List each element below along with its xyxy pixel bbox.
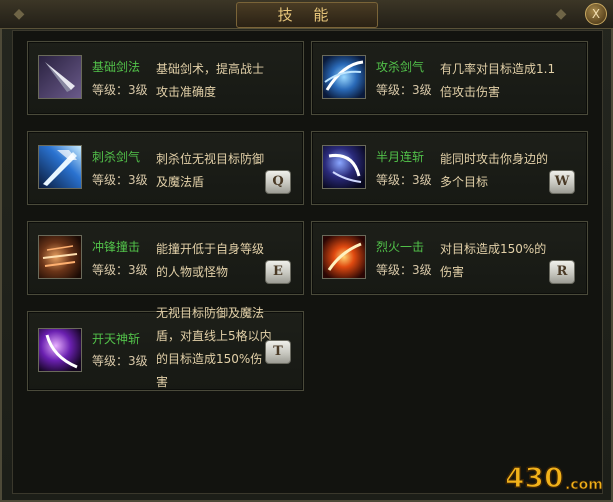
skill-level: 等级：3级 bbox=[92, 173, 148, 187]
skill-level: 等级：3级 bbox=[92, 263, 148, 277]
fire-strike-icon[interactable] bbox=[322, 235, 366, 279]
skill-card-charge[interactable]: 冲锋撞击 等级：3级 能撞开低于自身等级的人物或怪物 E bbox=[27, 221, 304, 295]
skill-level: 等级：3级 bbox=[376, 173, 432, 187]
hotkey-t-button[interactable]: T bbox=[265, 340, 291, 364]
ornament-left-icon: ◆ bbox=[13, 6, 25, 22]
skill-name: 冲锋撞击 bbox=[92, 240, 141, 254]
skill-description: 刺杀位无视目标防御及魔法盾 bbox=[156, 152, 265, 189]
skill-name: 攻杀剑气 bbox=[376, 60, 425, 74]
skill-card-attack-sword-qi[interactable]: 攻杀剑气 等级：3级 有几率对目标造成1.1倍攻击伤害 bbox=[311, 41, 588, 115]
skill-description: 无视目标防御及魔法盾，对直线上5格以内的目标造成150%伤害 bbox=[156, 306, 272, 389]
skill-description: 对目标造成150%的伤害 bbox=[440, 242, 547, 279]
skill-name: 刺杀剑气 bbox=[92, 150, 141, 164]
skill-card-fire-strike[interactable]: 烈火一击 等级：3级 对目标造成150%的伤害 R bbox=[311, 221, 588, 295]
skill-name: 半月连斩 bbox=[376, 150, 425, 164]
skill-name: 开天神斩 bbox=[92, 332, 141, 346]
thrust-icon[interactable] bbox=[38, 145, 82, 189]
title-bar[interactable]: ◆ 技 能 ◆ X bbox=[0, 0, 613, 29]
close-button[interactable]: X bbox=[585, 3, 607, 25]
svg-text:430: 430 bbox=[505, 461, 563, 494]
hotkey-w-button[interactable]: W bbox=[549, 170, 575, 194]
skill-card-sky-split[interactable]: 开天神斩 等级：3级 无视目标防御及魔法盾，对直线上5格以内的目标造成150%伤… bbox=[27, 306, 304, 391]
skill-name: 烈火一击 bbox=[376, 240, 425, 254]
skill-description: 能撞开低于自身等级的人物或怪物 bbox=[156, 242, 265, 279]
skill-level: 等级：3级 bbox=[376, 83, 432, 97]
skill-level: 等级：3级 bbox=[92, 83, 148, 97]
hotkey-q-button[interactable]: Q bbox=[265, 170, 291, 194]
skill-level: 等级：3级 bbox=[92, 354, 148, 368]
blue-slash-icon[interactable] bbox=[322, 55, 366, 99]
skill-description: 基础剑术，提高战士攻击准确度 bbox=[156, 62, 265, 99]
svg-text:.com: .com bbox=[565, 477, 603, 493]
window-title: 技 能 bbox=[236, 2, 378, 28]
sword-tip-icon[interactable] bbox=[38, 55, 82, 99]
skill-card-thrust-sword-qi[interactable]: 刺杀剑气 等级：3级 刺杀位无视目标防御及魔法盾 Q bbox=[27, 131, 304, 205]
skill-level: 等级：3级 bbox=[376, 263, 432, 277]
ornament-right-icon: ◆ bbox=[555, 6, 567, 22]
skill-card-basic-sword[interactable]: 基础剑法 等级：3级 基础剑术，提高战士攻击准确度 bbox=[27, 41, 304, 115]
skill-card-half-moon[interactable]: 半月连斩 等级：3级 能同时攻击你身边的多个目标 W bbox=[311, 131, 588, 205]
half-moon-icon[interactable] bbox=[322, 145, 366, 189]
watermark-logo: 430 .com bbox=[503, 455, 605, 497]
skill-name: 基础剑法 bbox=[92, 60, 141, 74]
skill-description: 有几率对目标造成1.1倍攻击伤害 bbox=[440, 62, 556, 99]
charge-icon[interactable] bbox=[38, 235, 82, 279]
purple-slash-icon[interactable] bbox=[38, 328, 82, 372]
hotkey-r-button[interactable]: R bbox=[549, 260, 575, 284]
hotkey-e-button[interactable]: E bbox=[265, 260, 291, 284]
skill-description: 能同时攻击你身边的多个目标 bbox=[440, 152, 549, 189]
